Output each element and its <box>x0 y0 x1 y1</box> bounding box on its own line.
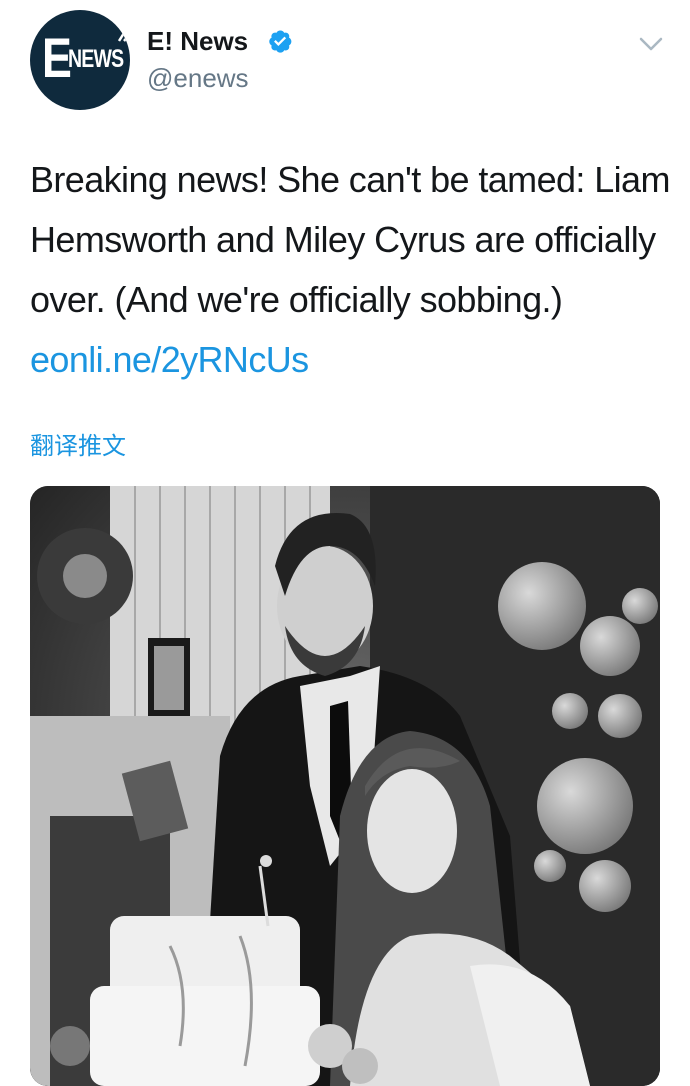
author-display-name[interactable]: E! News <box>147 26 248 57</box>
author-handle[interactable]: @enews <box>147 63 249 94</box>
translate-tweet-link[interactable]: 翻译推文 <box>30 426 126 461</box>
author-avatar[interactable]: E NEWS <box>30 10 130 110</box>
tweet-body: Breaking news! She can't be tamed: Liam … <box>30 159 670 320</box>
sparkle-icon <box>118 32 130 42</box>
tweet-photo[interactable] <box>30 486 660 1086</box>
tweet-link[interactable]: eonli.ne/2yRNcUs <box>30 339 309 380</box>
chevron-down-icon[interactable] <box>638 34 664 54</box>
verified-badge-icon <box>269 30 292 53</box>
photo-icon <box>30 486 660 1086</box>
tweet-text: Breaking news! She can't be tamed: Liam … <box>30 150 670 390</box>
avatar-logo-word: NEWS <box>68 45 124 73</box>
